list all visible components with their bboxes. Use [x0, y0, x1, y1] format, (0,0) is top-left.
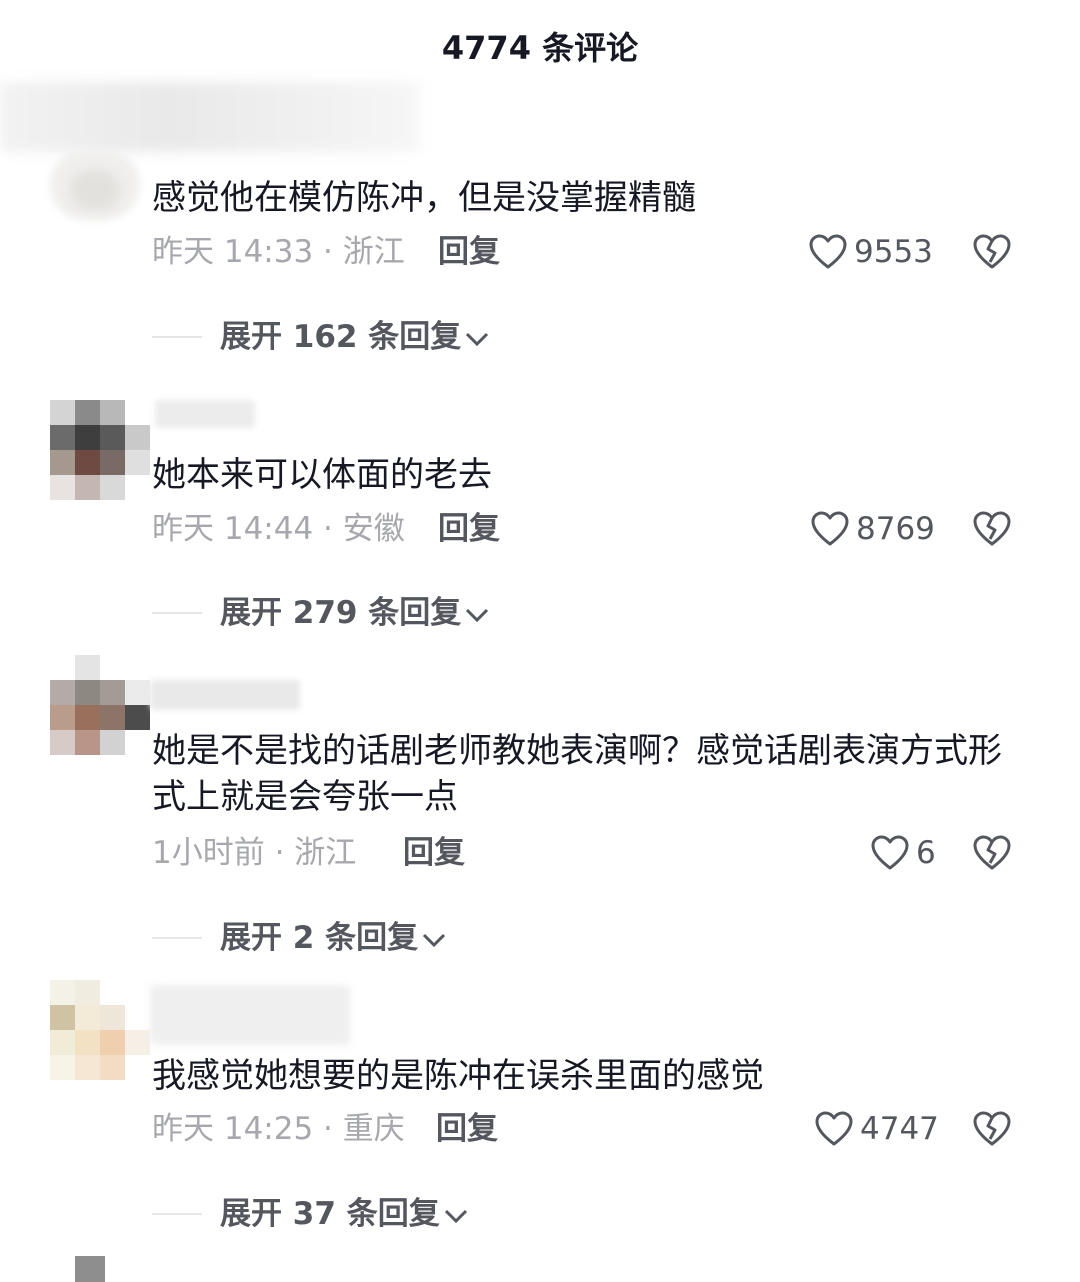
- broken-heart-icon[interactable]: [972, 1109, 1012, 1149]
- heart-outline-icon: [809, 234, 847, 269]
- avatar[interactable]: [50, 400, 150, 500]
- expand-replies-label: 展开 37 条回复: [220, 1196, 440, 1232]
- like-count: 6: [916, 835, 936, 871]
- username-blurred: [150, 680, 300, 710]
- like-count: 8769: [856, 511, 935, 547]
- comment-text: 感觉他在模仿陈冲，但是没掌握精髓: [152, 178, 696, 218]
- avatar[interactable]: [50, 150, 140, 220]
- reply-button[interactable]: 回复: [436, 1107, 498, 1151]
- comment-text: 我感觉她想要的是陈冲在误杀里面的感觉: [152, 1056, 764, 1096]
- chevron-down-icon: [466, 608, 489, 622]
- like-button[interactable]: 4747: [814, 1107, 939, 1151]
- chevron-down-icon: [423, 933, 446, 947]
- expand-replies-label: 展开 2 条回复: [220, 920, 419, 956]
- divider: [152, 1213, 202, 1215]
- comment-meta: 1小时前 · 浙江: [152, 835, 357, 871]
- reply-button[interactable]: 回复: [438, 507, 500, 551]
- expand-replies-label: 展开 279 条回复: [220, 595, 462, 631]
- like-count: 9553: [854, 234, 933, 270]
- divider: [152, 336, 202, 338]
- broken-heart-icon[interactable]: [972, 833, 1012, 873]
- comment-count-title: 4774 条评论: [441, 29, 639, 67]
- like-count: 4747: [860, 1111, 939, 1147]
- broken-heart-icon[interactable]: [972, 509, 1012, 549]
- username-blurred: [150, 985, 350, 1045]
- like-button[interactable]: 8769: [810, 507, 935, 551]
- expand-replies-label: 展开 162 条回复: [220, 319, 462, 355]
- chevron-down-icon: [444, 1209, 467, 1223]
- avatar[interactable]: [50, 655, 150, 755]
- chevron-down-icon: [466, 332, 489, 346]
- like-button[interactable]: 9553: [808, 230, 933, 274]
- avatar[interactable]: [75, 1256, 105, 1282]
- comment-meta: 昨天 14:44 · 安徽: [152, 511, 405, 547]
- comment-text: 她是不是找的话剧老师教她表演啊？感觉话剧表演方式形式上就是会夸张一点: [152, 731, 1002, 817]
- comment-text: 她本来可以体面的老去: [152, 455, 492, 495]
- comment-meta: 昨天 14:25 · 重庆: [152, 1111, 405, 1147]
- heart-outline-icon: [871, 835, 909, 870]
- like-button[interactable]: 6: [870, 831, 936, 875]
- heart-outline-icon: [815, 1111, 853, 1146]
- heart-outline-icon: [811, 511, 849, 546]
- reply-button[interactable]: 回复: [438, 230, 500, 274]
- broken-heart-icon[interactable]: [972, 232, 1012, 272]
- divider: [152, 612, 202, 614]
- reply-button[interactable]: 回复: [403, 831, 465, 875]
- avatar[interactable]: [25, 980, 150, 1080]
- username-blurred: [0, 82, 420, 152]
- comment-meta: 昨天 14:33 · 浙江: [152, 234, 405, 270]
- username-blurred: [155, 400, 255, 428]
- divider: [152, 937, 202, 939]
